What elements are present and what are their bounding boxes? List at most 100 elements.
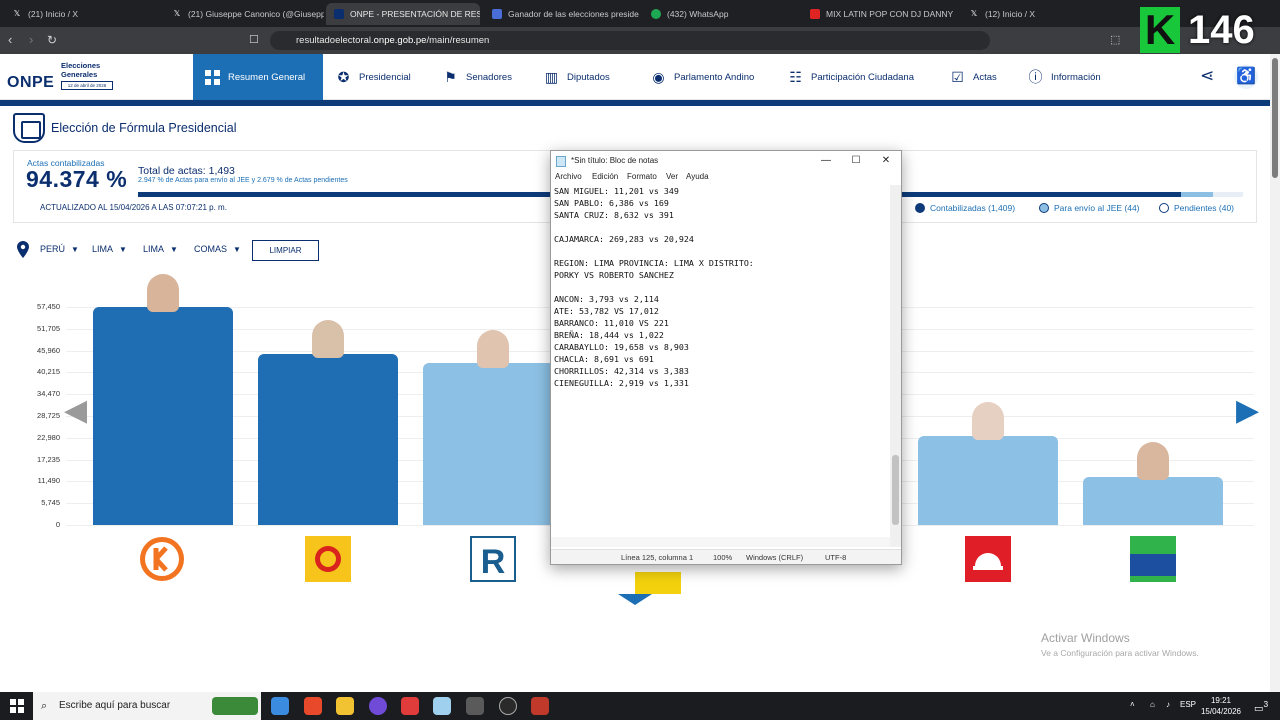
back-arrow-icon[interactable]: ‹	[8, 32, 12, 48]
filter-district[interactable]: COMAS ▼	[194, 244, 241, 254]
nav-presidencial[interactable]: ✪ Presidencial	[324, 54, 423, 100]
nav-resumen-general[interactable]: Resumen General	[193, 54, 323, 100]
grid-icon	[205, 69, 220, 85]
filter-country[interactable]: PERÚ ▼	[40, 244, 79, 254]
notepad-horizontal-scrollbar[interactable]	[551, 537, 890, 547]
chevron-right-icon[interactable]: ▶	[1236, 396, 1259, 426]
copilot-icon[interactable]	[271, 697, 289, 715]
chevron-up-icon[interactable]: ˄	[1130, 700, 1135, 709]
menu-archivo[interactable]: Archivo	[555, 172, 582, 181]
network-icon[interactable]: ⌂	[1150, 700, 1155, 709]
browser-tab-active[interactable]: ONPE - PRESENTACIÓN DE RES ✕	[326, 3, 480, 25]
candidate-bar[interactable]	[918, 436, 1058, 525]
search-highlight-image	[212, 697, 258, 715]
browser-tab[interactable]: 𝕏 (21) Inicio / X	[4, 3, 159, 25]
notepad-line: SANTA CRUZ: 8,632 vs 391	[554, 210, 674, 220]
notepad-title: *Sin título: Bloc de notas	[571, 156, 659, 165]
notepad-window[interactable]: *Sin título: Bloc de notas — ☐ ✕ Archivo…	[550, 150, 902, 565]
close-icon[interactable]: ✕	[871, 151, 901, 171]
menu-edicion[interactable]: Edición	[592, 172, 618, 181]
maximize-icon[interactable]: ☐	[841, 151, 871, 171]
nav-diputados[interactable]: ▥ Diputados	[532, 54, 622, 100]
extensions-icon[interactable]: ⬚	[1110, 32, 1120, 48]
scrollbar-thumb[interactable]	[892, 455, 899, 525]
notepad-line: CIENEGUILLA: 2,919 vs 1,331	[554, 378, 689, 388]
notepad-titlebar[interactable]: *Sin título: Bloc de notas — ☐ ✕	[551, 151, 901, 171]
file-explorer-icon[interactable]	[336, 697, 354, 715]
page-scrollbar-thumb[interactable]	[1272, 58, 1278, 178]
chevron-left-icon[interactable]: ◀	[64, 396, 87, 426]
notepad-taskbar-icon[interactable]	[433, 697, 451, 715]
overlay-k-letter: K	[1140, 7, 1180, 53]
notepad-line: BARRANCO: 11,010 VS 221	[554, 318, 669, 328]
share-icon[interactable]: ⋖	[1200, 66, 1214, 86]
notepad-statusbar: Línea 125, columna 1 100% Windows (CRLF)…	[551, 549, 901, 564]
candidate-photo	[972, 402, 1004, 440]
app-icon[interactable]	[499, 697, 517, 715]
chevron-down-icon: ▼	[170, 244, 178, 254]
browser-tab[interactable]: Ganador de las elecciones presiden	[484, 3, 639, 25]
windows-start-icon[interactable]	[10, 699, 24, 713]
y-tick-label: 11,490	[37, 476, 60, 486]
reload-icon[interactable]: ↻	[47, 32, 57, 48]
browser-tab[interactable]: MIX LATIN POP CON DJ DANNY	[802, 3, 957, 25]
browser-tab[interactable]: 𝕏 (21) Giuseppe Canonico (@Giusepp	[164, 3, 324, 25]
menu-ver[interactable]: Ver	[666, 172, 678, 181]
notepad-vertical-scrollbar[interactable]	[890, 185, 901, 547]
bookmark-icon[interactable]: ☐	[249, 32, 259, 48]
app-icon[interactable]	[369, 697, 387, 715]
taskbar-clock[interactable]: 19:21 15/04/2026	[1198, 695, 1244, 717]
nav-participacion-ciudadana[interactable]: ☷ Participación Ciudadana	[776, 54, 926, 100]
candidate-bar[interactable]	[1083, 477, 1223, 525]
onpe-logo[interactable]: ONPE	[7, 74, 54, 92]
notepad-line	[554, 221, 889, 233]
app-icon[interactable]	[531, 697, 549, 715]
menu-formato[interactable]: Formato	[627, 172, 657, 181]
candidate-bar[interactable]	[258, 354, 398, 525]
notepad-line	[554, 281, 889, 293]
doc-tab-icon	[492, 9, 502, 19]
notepad-line: CARABAYLLO: 19,658 vs 8,903	[554, 342, 689, 352]
nav-label: Senadores	[466, 71, 512, 83]
candidate-bar[interactable]	[93, 307, 233, 525]
browser-tab-strip: 𝕏 (21) Inicio / X 𝕏 (21) Giuseppe Canoni…	[0, 0, 1280, 27]
overlay-number: 146	[1188, 8, 1255, 52]
clear-filters-button[interactable]: LIMPIAR	[252, 240, 319, 261]
browser-tab[interactable]: 𝕏 (12) Inicio / X	[961, 3, 1121, 25]
calculator-icon[interactable]	[466, 697, 484, 715]
nav-actas[interactable]: ☑ Actas	[938, 54, 1009, 100]
notepad-line	[554, 245, 889, 257]
party-logo-yellow	[635, 572, 681, 594]
congress-icon: ▥	[544, 68, 559, 85]
nav-parlamento-andino[interactable]: ◉ Parlamento Andino	[639, 54, 766, 100]
notepad-text-area[interactable]: SAN MIGUEL: 11,201 vs 349 SAN PABLO: 6,38…	[554, 185, 889, 389]
language-indicator[interactable]: ESP	[1180, 700, 1196, 709]
status-cursor-position: Línea 125, columna 1	[621, 553, 694, 562]
filter-value: COMAS	[194, 244, 228, 254]
brave-icon[interactable]	[304, 697, 322, 715]
accessibility-icon[interactable]: ♿	[1234, 65, 1258, 89]
app-icon[interactable]	[401, 697, 419, 715]
updated-timestamp: ACTUALIZADO AL 15/04/2026 A LAS 07:07:21…	[40, 203, 227, 212]
nav-label: Resumen General	[228, 71, 306, 83]
nav-informacion[interactable]: ⓘ Información	[1016, 54, 1113, 100]
globe-icon: ◉	[652, 68, 665, 85]
candidate-bar[interactable]	[423, 362, 563, 525]
filter-province[interactable]: LIMA ▼	[143, 244, 178, 254]
notepad-line: REGION: LIMA PROVINCIA: LIMA X DISTRITO:	[554, 258, 754, 268]
chevron-down-icon: ▼	[233, 244, 241, 254]
y-tick-label: 57,450	[37, 302, 60, 311]
notification-icon[interactable]: ▭3	[1254, 699, 1268, 714]
y-tick-label: 40,215	[37, 367, 60, 377]
clipboard-icon: ☑	[951, 68, 964, 85]
nav-senadores[interactable]: ⚑ Senadores	[431, 54, 524, 100]
browser-tab[interactable]: (432) WhatsApp	[643, 3, 798, 25]
filter-region[interactable]: LIMA ▼	[92, 244, 127, 254]
party-logo-r: R	[470, 536, 516, 582]
address-bar[interactable]: resultadoelectoral.onpe.gob.pe/main/resu…	[270, 31, 990, 50]
minimize-icon[interactable]: —	[811, 151, 841, 171]
menu-ayuda[interactable]: Ayuda	[686, 172, 709, 181]
stream-overlay-badge: K 146	[1140, 7, 1280, 53]
volume-icon[interactable]: ♪	[1166, 700, 1170, 709]
forward-arrow-icon[interactable]: ›	[29, 32, 33, 48]
